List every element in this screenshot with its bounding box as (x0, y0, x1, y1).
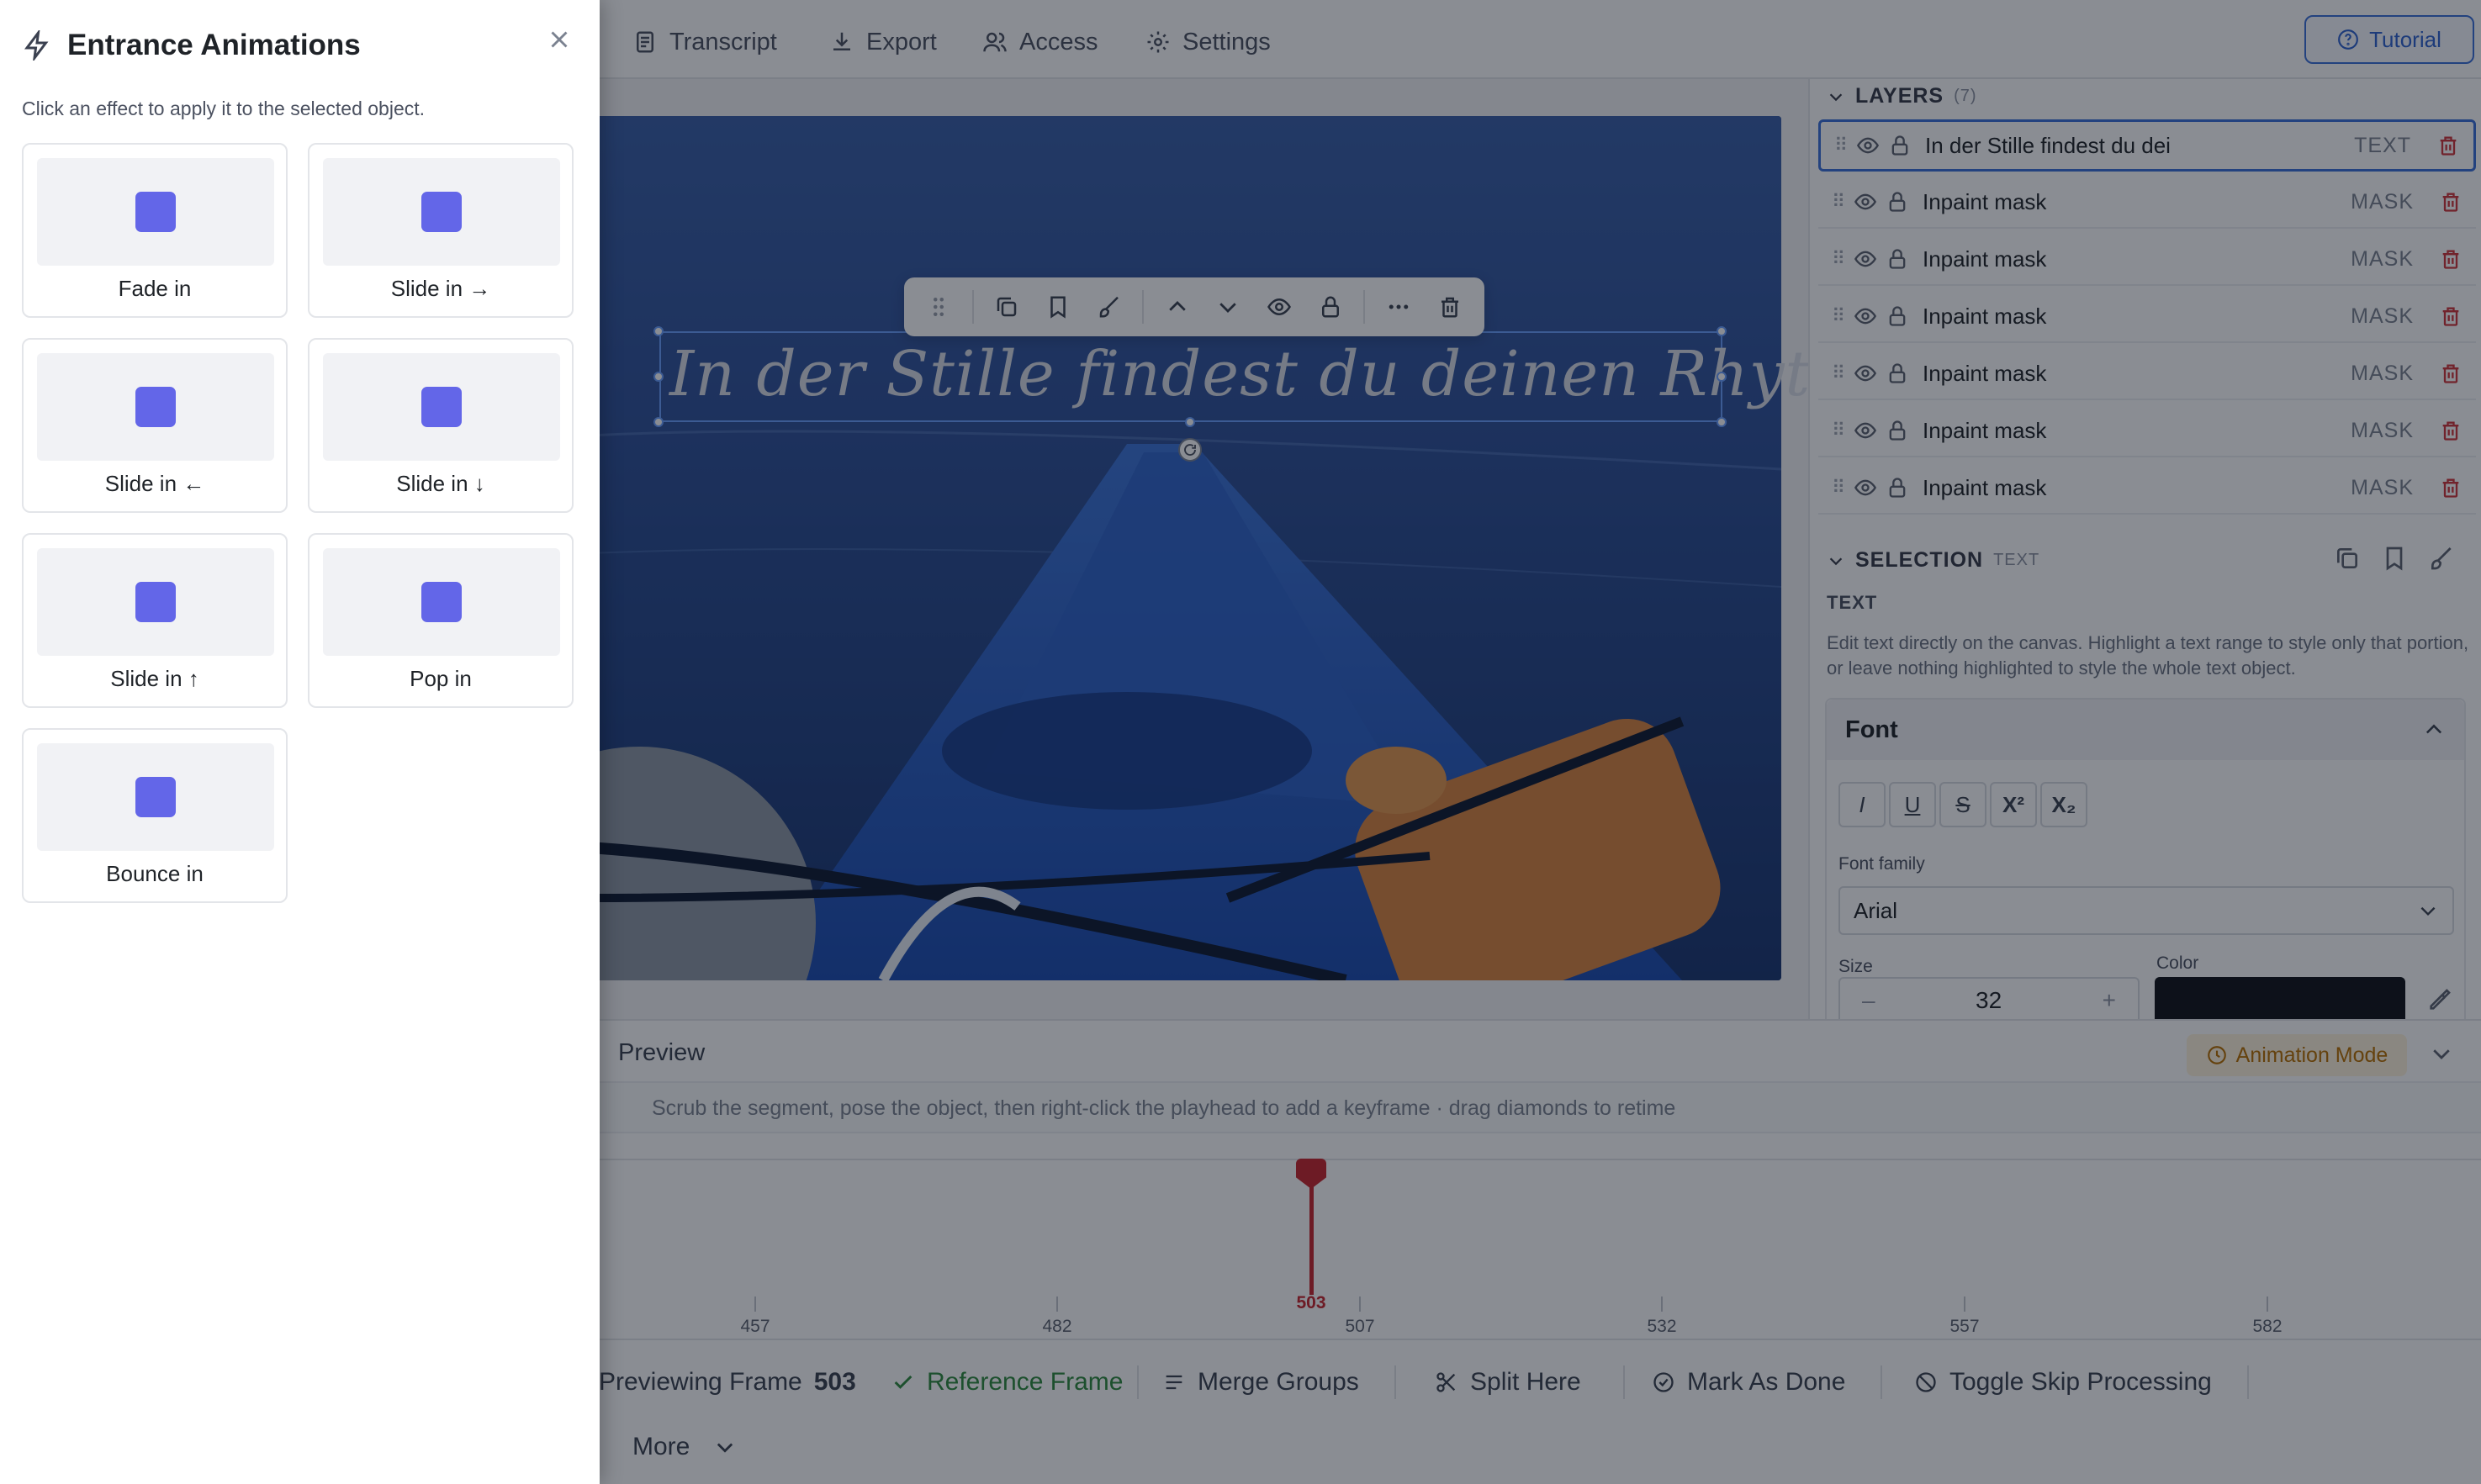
effect-preview (37, 743, 274, 851)
effect-label: Slide in ← (104, 471, 205, 496)
effect-preview (37, 548, 274, 656)
effect-preview-square (421, 387, 462, 427)
effect-preview-square (135, 777, 176, 817)
effect-preview (37, 353, 274, 461)
effect-label: Fade in (118, 276, 192, 301)
effect-card[interactable]: Slide in ↑ (22, 533, 288, 708)
effect-label: Slide in ↓ (396, 471, 485, 496)
effect-preview (323, 548, 560, 656)
drawer-header: Entrance Animations (22, 29, 361, 62)
effect-card[interactable]: Slide in ↓ (308, 338, 574, 513)
effect-preview-square (421, 192, 462, 232)
effect-label: Slide in → (390, 276, 491, 301)
effect-preview-square (421, 582, 462, 622)
close-icon[interactable] (545, 25, 574, 54)
effect-card[interactable]: Pop in (308, 533, 574, 708)
effect-card[interactable]: Slide in → (308, 143, 574, 318)
entrance-animations-drawer: Entrance Animations Click an effect to a… (0, 0, 600, 1484)
effect-label: Bounce in (106, 861, 204, 886)
effect-preview-square (135, 387, 176, 427)
effect-preview (37, 158, 274, 266)
effect-card[interactable]: Bounce in (22, 728, 288, 903)
drawer-title: Entrance Animations (67, 29, 361, 61)
effect-preview (323, 158, 560, 266)
effect-card[interactable]: Slide in ← (22, 338, 288, 513)
effect-card[interactable]: Fade in (22, 143, 288, 318)
drawer-description: Click an effect to apply it to the selec… (22, 98, 426, 119)
effect-preview (323, 353, 560, 461)
effect-preview-square (135, 582, 176, 622)
lightning-icon (24, 30, 49, 61)
effect-preview-square (135, 192, 176, 232)
effect-label: Pop in (410, 666, 472, 691)
effect-label: Slide in ↑ (110, 666, 199, 691)
